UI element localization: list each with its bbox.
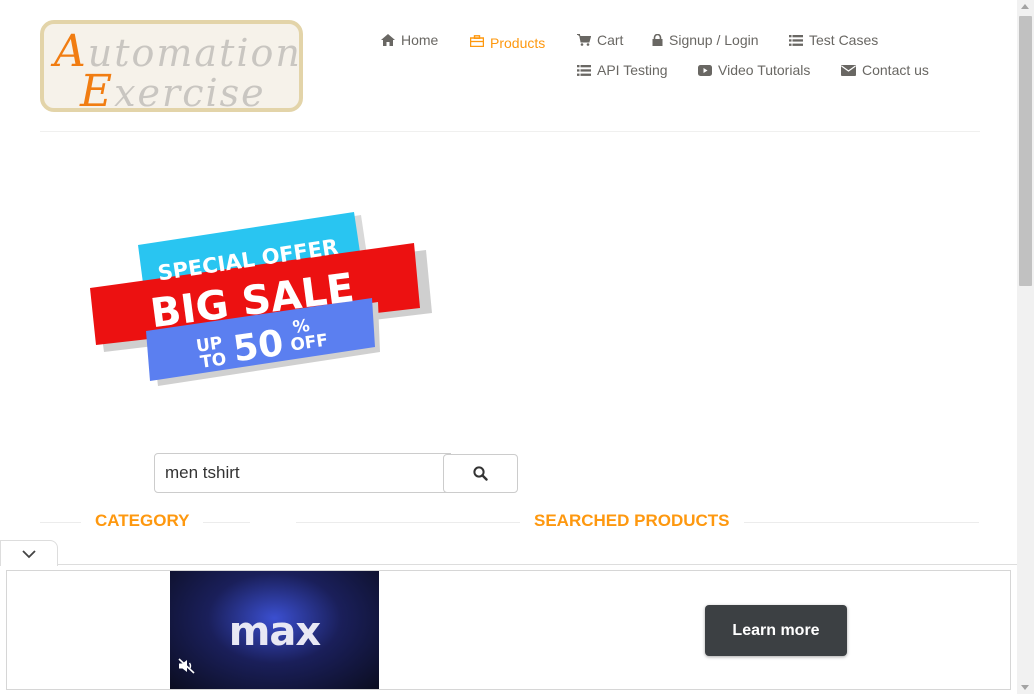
category-title: CATEGORY — [81, 511, 204, 531]
home-icon — [381, 34, 395, 46]
scroll-up-arrow[interactable] — [1021, 4, 1029, 9]
nav-test-cases-label: Test Cases — [809, 32, 879, 48]
nav-video-tutorials[interactable]: Video Tutorials — [698, 62, 810, 78]
page-scrollbar[interactable] — [1017, 0, 1034, 694]
search-button[interactable] — [443, 454, 518, 493]
cart-icon — [577, 34, 591, 46]
search-icon — [473, 466, 488, 481]
nav-video-tutorials-label: Video Tutorials — [718, 62, 811, 78]
header-divider — [40, 131, 980, 132]
searched-products-title: SEARCHED PRODUCTS — [520, 511, 744, 531]
banner-to: TO — [199, 349, 228, 372]
ad-video[interactable]: max — [170, 571, 379, 689]
nav-signup-login[interactable]: Signup / Login — [652, 32, 759, 48]
ad-top-border — [0, 564, 1017, 565]
learn-more-button[interactable]: Learn more — [705, 605, 847, 656]
scroll-down-arrow[interactable] — [1021, 685, 1029, 690]
lock-icon — [652, 34, 663, 46]
envelope-icon — [841, 64, 856, 76]
nav-api-testing-label: API Testing — [597, 62, 668, 78]
muted-speaker-icon — [178, 658, 195, 674]
list-icon — [789, 34, 803, 46]
nav-home[interactable]: Home — [381, 32, 438, 48]
nav-signup-login-label: Signup / Login — [669, 32, 759, 48]
page: Automation Exercise Home Products Cart S… — [0, 0, 1034, 694]
nav-cart-label: Cart — [597, 32, 624, 48]
nav-home-label: Home — [401, 32, 439, 48]
products-icon — [470, 35, 484, 47]
nav-contact-us[interactable]: Contact us — [841, 62, 929, 78]
logo-line-2: Exercise — [80, 66, 266, 117]
nav-api-testing[interactable]: API Testing — [577, 62, 668, 78]
search-input[interactable] — [154, 453, 451, 493]
nav-products[interactable]: Products — [470, 32, 546, 51]
nav-test-cases[interactable]: Test Cases — [789, 32, 878, 48]
ad-collapse-tab[interactable] — [0, 540, 58, 566]
sale-banner[interactable]: SPECIAL OFFER BIG SALE UP TO 50 % OFF — [86, 210, 436, 395]
chevron-down-icon — [22, 549, 36, 558]
scroll-thumb[interactable] — [1019, 16, 1032, 286]
nav-cart[interactable]: Cart — [577, 32, 623, 48]
mute-button[interactable] — [178, 658, 196, 679]
ad-brand-logo: max — [228, 609, 321, 655]
youtube-icon — [698, 64, 712, 76]
banner-amount: 50 — [231, 323, 286, 371]
nav-contact-us-label: Contact us — [862, 62, 929, 78]
site-logo[interactable]: Automation Exercise — [40, 20, 303, 117]
nav-products-label: Products — [490, 35, 546, 51]
list-icon — [577, 64, 591, 76]
ad-container — [6, 570, 1011, 690]
